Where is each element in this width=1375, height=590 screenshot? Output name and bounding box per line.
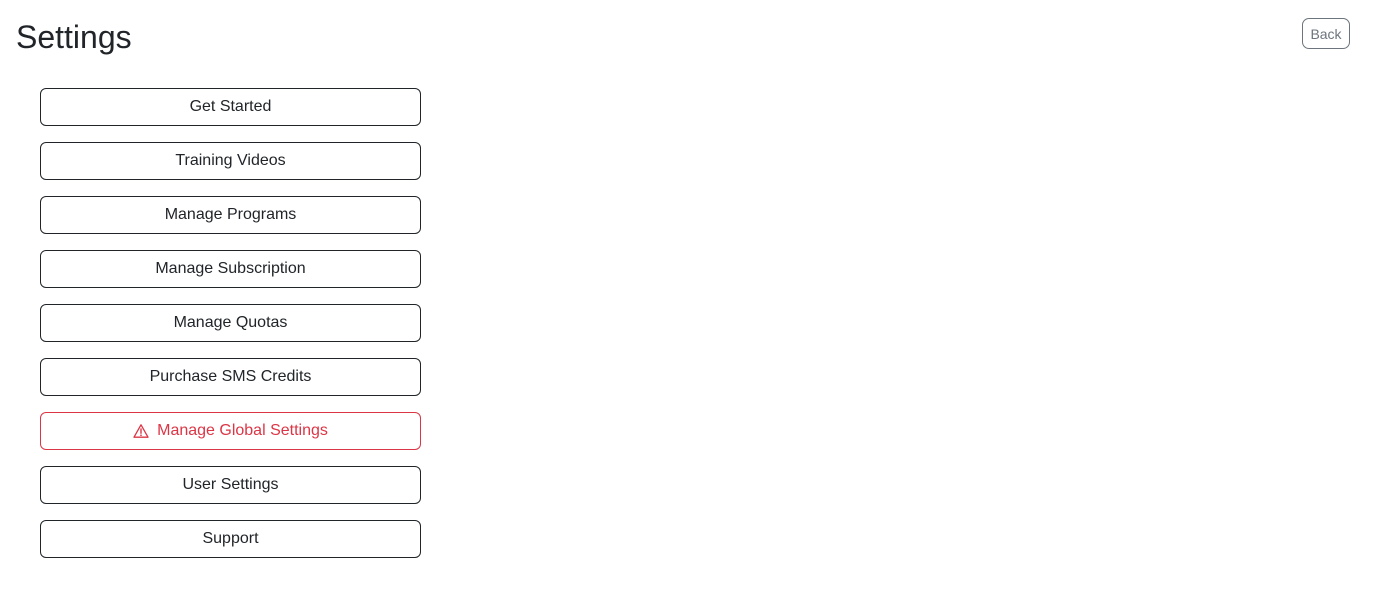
manage-subscription-label: Manage Subscription [155,260,306,277]
manage-programs-label: Manage Programs [164,206,297,223]
support-button[interactable]: Support [40,520,421,558]
purchase-sms-credits-label: Purchase SMS Credits [149,368,312,385]
back-button[interactable]: Back [1302,18,1350,49]
settings-page: Settings Back Get Started Training Video… [0,0,1375,590]
user-settings-button[interactable]: User Settings [40,466,421,504]
manage-programs-button[interactable]: Manage Programs [40,196,421,234]
manage-global-settings-button[interactable]: Manage Global Settings [40,412,421,450]
manage-global-settings-label: Manage Global Settings [157,422,328,439]
warning-triangle-icon [133,423,149,439]
settings-menu: Get Started Training Videos Manage Progr… [40,88,421,558]
page-title: Settings [16,19,132,55]
support-label: Support [202,530,259,547]
get-started-button[interactable]: Get Started [40,88,421,126]
training-videos-label: Training Videos [175,152,286,169]
manage-subscription-button[interactable]: Manage Subscription [40,250,421,288]
user-settings-label: User Settings [182,476,279,493]
get-started-label: Get Started [189,98,272,115]
purchase-sms-credits-button[interactable]: Purchase SMS Credits [40,358,421,396]
training-videos-button[interactable]: Training Videos [40,142,421,180]
manage-quotas-button[interactable]: Manage Quotas [40,304,421,342]
manage-quotas-label: Manage Quotas [173,314,288,331]
